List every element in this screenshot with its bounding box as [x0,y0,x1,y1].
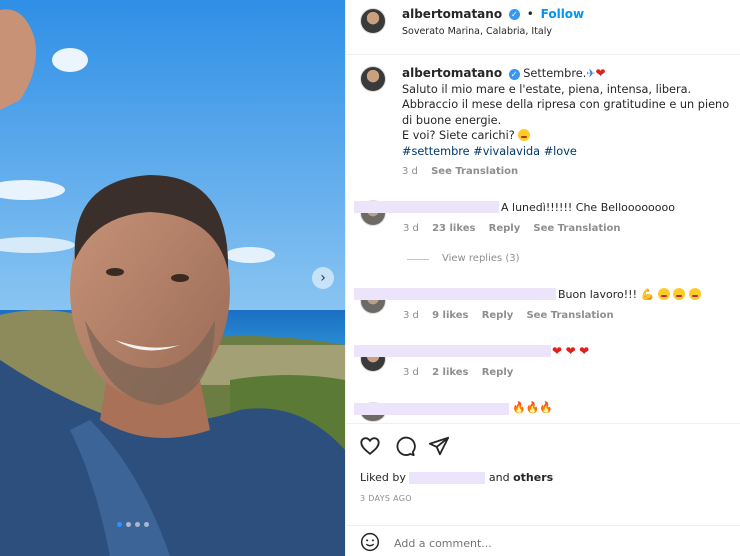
emoji-icon[interactable] [360,532,380,552]
kissing-face-emoji-icon [657,288,670,300]
heart-icon[interactable] [359,435,381,457]
reply-button[interactable]: Reply [482,310,514,321]
caption-avatar[interactable] [360,66,386,92]
see-translation-link[interactable]: See Translation [533,223,620,234]
share-icon[interactable] [428,435,450,457]
comment-time: 3 d [403,223,419,234]
redacted-username [354,403,509,415]
next-arrow-icon[interactable]: › [312,267,334,289]
caption-time: 3 d [402,166,418,177]
heart-emoji-icon: ❤ [595,66,606,80]
post-side-panel: albertomatano ✓ • Follow Soverato Marina… [345,0,740,556]
add-comment-bar [346,525,740,556]
separator-dot: • [526,7,534,21]
carousel-dot [135,522,140,527]
caption-line: Saluto il mio mare e l'estate, piena, in… [402,82,692,96]
comment-likes[interactable]: 23 likes [432,223,475,234]
heart-emoji-icon: ❤ [565,344,576,358]
fire-emoji-icon: 🔥 [539,401,554,414]
liked-by-and: and [488,471,510,484]
author-username[interactable]: albertomatano [402,7,502,21]
caption-line: E voi? Siete carichi? [402,129,515,142]
replies-line [407,259,429,260]
caption-first-line: albertomatano ✓ Settembre.✈❤ [402,66,732,82]
caption-meta: 3 d See Translation [402,164,732,180]
follow-button[interactable]: Follow [541,7,585,21]
redacted-username [354,345,551,357]
verified-icon: ✓ [508,68,520,80]
comment-likes[interactable]: 9 likes [432,310,468,321]
fire-emoji-icon: 🔥 [525,401,540,414]
verified-icon: ✓ [508,9,520,20]
redacted-username [354,201,499,213]
comment-text-with-emoji: Buon lavoro!!! 💪 [558,288,701,301]
comment-meta: 3 d 23 likes Reply See Translation [403,223,621,234]
caption-line-with-emoji: E voi? Siete carichi? [402,128,732,144]
see-translation-link[interactable]: See Translation [526,310,613,321]
redacted-liker[interactable] [409,472,486,484]
liked-by-others-link[interactable]: others [513,471,553,484]
photo-illustration [0,0,345,556]
comment-time: 3 d [403,310,419,321]
comment-meta: 3 d 2 likes Reply [403,367,513,378]
comment-hearts: ❤ ❤ ❤ [552,344,589,358]
comment-time: 3 d [403,367,419,378]
caption-line: Abbraccio il mese della ripresa con grat… [402,98,730,127]
heart-emoji-icon: ❤ [579,344,590,358]
carousel-dot [144,522,149,527]
heart-emoji-icon: ❤ [552,344,563,358]
liked-by-row: Liked by and others [360,471,553,484]
post-location[interactable]: Soverato Marina, Calabria, Italy [402,26,552,37]
see-translation-link[interactable]: See Translation [431,166,518,177]
comment-text: A lunedì!!!!!! Che Belloooooooo [501,201,675,214]
carousel-indicator [117,522,149,527]
comment-likes[interactable]: 2 likes [432,367,468,378]
caption-title: Settembre. [523,67,587,80]
caption-hashtags[interactable]: #settembre #vivalavida #love [402,144,732,160]
reply-button[interactable]: Reply [482,367,514,378]
post-caption: albertomatano ✓ Settembre.✈❤ Saluto il m… [402,66,732,180]
airplane-emoji-icon: ✈ [586,67,596,80]
winking-face-emoji-icon [518,129,531,141]
comment-text: Buon lavoro!!! [558,288,637,301]
post-header: albertomatano ✓ • Follow Soverato Marina… [346,0,740,55]
redacted-username [354,288,556,300]
comment-meta: 3 d 9 likes Reply See Translation [403,310,614,321]
add-comment-input[interactable] [392,532,726,554]
caption-username[interactable]: albertomatano [402,66,502,80]
author-avatar[interactable] [360,8,386,34]
fire-emoji-icon: 🔥 [512,401,526,414]
post-photo[interactable]: › [0,0,345,556]
winking-face-emoji-icon [673,288,686,300]
comment-fires: 🔥🔥🔥 [512,401,553,414]
post-date: 3 DAYS AGO [360,494,412,503]
liked-by-prefix: Liked by [360,471,406,484]
post-actions: Liked by and others 3 DAYS AGO [346,423,740,513]
reply-button[interactable]: Reply [489,223,521,234]
header-user-row: albertomatano ✓ • Follow [402,7,584,21]
flexed-biceps-emoji-icon: 💪 [640,288,655,301]
carousel-dot [126,522,131,527]
kissing-face-emoji-icon [688,288,701,300]
carousel-dot [117,522,122,527]
comment-icon[interactable] [394,435,416,457]
view-replies-button[interactable]: View replies (3) [442,253,520,264]
